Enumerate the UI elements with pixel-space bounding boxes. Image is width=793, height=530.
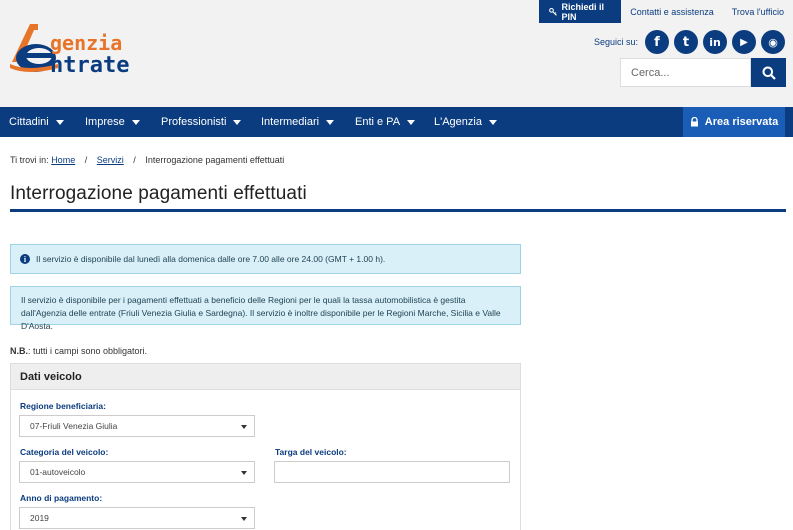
targa-label: Targa del veicolo: [275, 447, 347, 457]
top-utility-bar: Richiedi il PIN Contatti e assistenza Tr… [539, 0, 793, 23]
search-icon [762, 66, 776, 80]
note-bold: N.B. [10, 346, 28, 356]
chevron-down-icon [407, 119, 416, 125]
breadcrumb-prefix: Ti trovi in: [10, 155, 49, 165]
lock-icon [690, 117, 698, 127]
chevron-down-icon [241, 425, 247, 429]
search-input[interactable]: Cerca... [620, 58, 751, 87]
breadcrumb-separator: / [133, 155, 136, 165]
regione-select[interactable]: 07-Friuli Venezia Giulia [19, 415, 255, 437]
nav-item-professionisti[interactable]: Professionisti [161, 107, 242, 137]
nav-label: Professionisti [161, 116, 227, 128]
info-alert-regioni: Il servizio è disponibile per i pagament… [10, 286, 521, 331]
anno-label: Anno di pagamento: [20, 493, 103, 503]
breadcrumb-current: Interrogazione pagamenti effettuati [145, 155, 285, 165]
richiedi-pin-button[interactable]: Richiedi il PIN [539, 0, 622, 23]
dati-veicolo-panel: Dati veicolo Regione beneficiaria: 07-Fr… [10, 363, 521, 530]
anno-value: 2019 [30, 513, 49, 523]
youtube-icon[interactable]: ▶ [732, 30, 756, 54]
breadcrumb-home-link[interactable]: Home [51, 155, 75, 165]
logo-text-entrate: ntrate [50, 53, 129, 78]
chevron-down-icon [131, 119, 140, 125]
social-links: Seguici su: f t in ▶ ◉ [594, 30, 785, 54]
breadcrumb-servizi-link[interactable]: Servizi [97, 155, 124, 165]
categoria-select[interactable]: 01-autoveicolo [19, 461, 255, 483]
nav-item-enti-pa[interactable]: Enti e PA [355, 107, 416, 137]
twitter-icon[interactable]: t [674, 30, 698, 54]
nav-item-imprese[interactable]: Imprese [85, 107, 140, 137]
linkedin-icon[interactable]: in [703, 30, 727, 54]
title-divider [10, 209, 786, 212]
page-title: Interrogazione pagamenti effettuati [10, 183, 307, 204]
nav-label: Cittadini [9, 116, 49, 128]
regione-value: 07-Friuli Venezia Giulia [30, 421, 118, 431]
richiedi-pin-label: Richiedi il PIN [561, 1, 604, 22]
nav-item-cittadini[interactable]: Cittadini [9, 107, 64, 137]
area-riservata-label: Area riservata [704, 116, 779, 128]
site-header: Richiedi il PIN Contatti e assistenza Tr… [0, 0, 793, 107]
facebook-icon[interactable]: f [645, 30, 669, 54]
note-text: : tutti i campi sono obbligatori. [28, 346, 148, 356]
area-riservata-button[interactable]: Area riservata [683, 107, 785, 137]
chevron-down-icon [488, 119, 497, 125]
required-fields-note: N.B.: tutti i campi sono obbligatori. [10, 346, 147, 356]
key-icon [549, 7, 558, 16]
categoria-value: 01-autoveicolo [30, 467, 86, 477]
chevron-down-icon [233, 119, 242, 125]
categoria-label: Categoria del veicolo: [20, 447, 109, 457]
contatti-link[interactable]: Contatti e assistenza [621, 0, 723, 23]
breadcrumb: Ti trovi in: Home / Servizi / Interrogaz… [10, 155, 284, 165]
chevron-down-icon [55, 119, 64, 125]
nav-item-agenzia[interactable]: L'Agenzia [434, 107, 497, 137]
chevron-down-icon [241, 471, 247, 475]
info-alert-orario: i Il servizio è disponibile dal lunedì a… [10, 244, 521, 274]
trova-ufficio-link[interactable]: Trova l'ufficio [723, 0, 793, 23]
alert-regioni-text: Il servizio è disponibile per i pagament… [21, 295, 501, 331]
anno-select[interactable]: 2019 [19, 507, 255, 529]
social-label: Seguici su: [593, 37, 638, 47]
nav-label: Enti e PA [355, 116, 401, 128]
agenzia-entrate-logo[interactable]: genzia ntrate [8, 20, 178, 80]
targa-input[interactable] [274, 461, 510, 483]
panel-title: Dati veicolo [11, 364, 520, 390]
chevron-down-icon [326, 119, 335, 125]
info-icon: i [20, 254, 30, 264]
nav-label: Imprese [85, 116, 125, 128]
logo-text-agenzia: genzia [50, 31, 122, 55]
breadcrumb-separator: / [84, 155, 88, 165]
nav-label: Intermediari [261, 116, 320, 128]
main-navigation: Cittadini Imprese Professionisti Interme… [0, 107, 793, 137]
nav-item-intermediari[interactable]: Intermediari [261, 107, 335, 137]
regione-label: Regione beneficiaria: [20, 401, 106, 411]
chevron-down-icon [241, 517, 247, 521]
nav-label: L'Agenzia [434, 116, 482, 128]
rss-icon[interactable]: ◉ [761, 30, 785, 54]
search-button[interactable] [751, 58, 786, 87]
alert-orario-text: Il servizio è disponibile dal lunedì all… [36, 254, 386, 264]
